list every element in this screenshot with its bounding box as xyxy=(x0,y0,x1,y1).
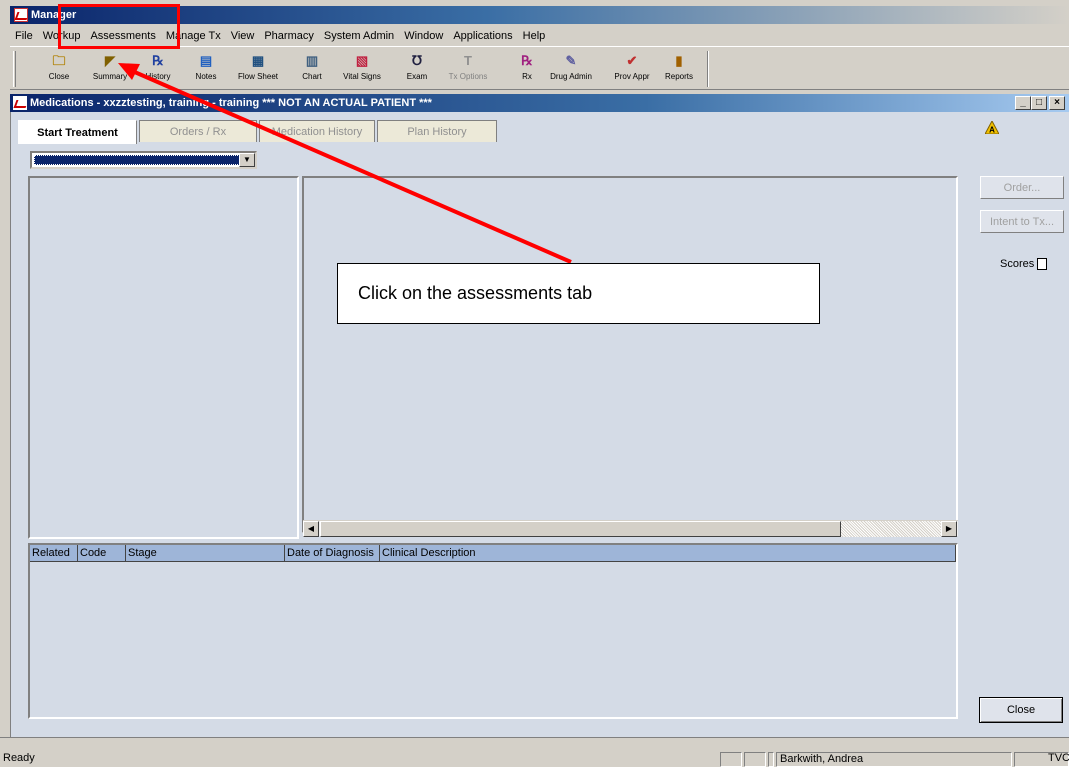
annotation-text: Click on the assessments tab xyxy=(358,283,593,303)
annotation-callout: Click on the assessments tab xyxy=(337,263,820,324)
annotation-arrow xyxy=(118,63,572,264)
